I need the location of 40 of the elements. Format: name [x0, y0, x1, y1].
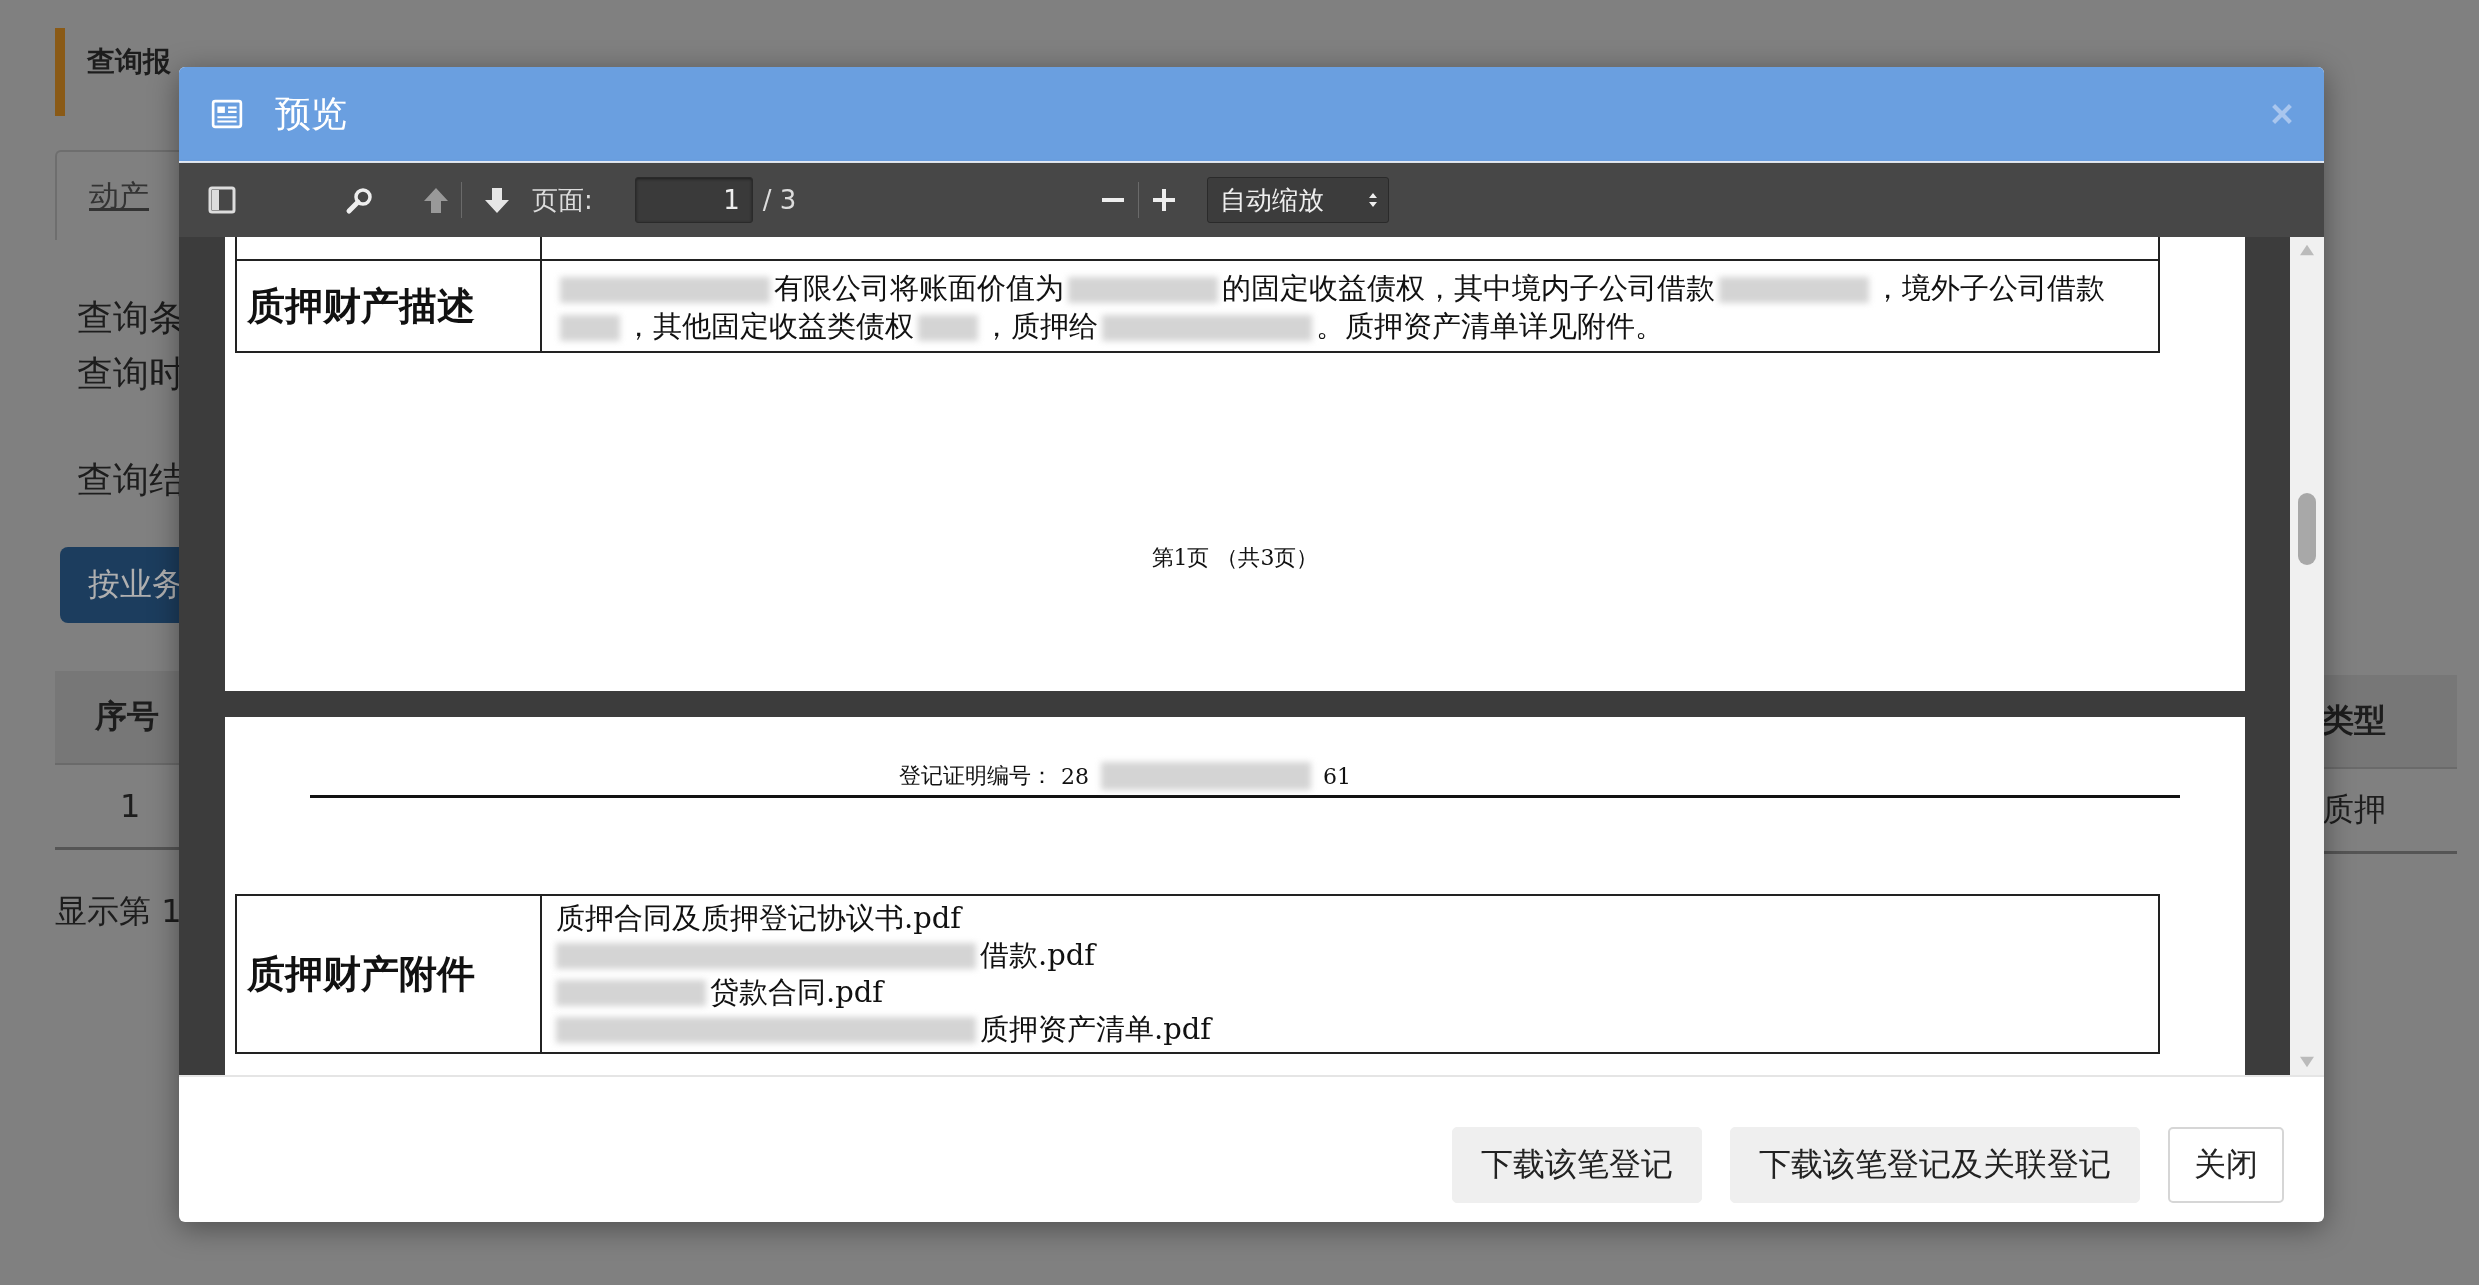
attachment-filename: 贷款合同.pdf	[710, 974, 884, 1011]
description-text: 有限公司将账面价值为	[774, 271, 1064, 305]
zoom-dropdown[interactable]: 自动缩放	[1207, 177, 1390, 223]
scrollbar[interactable]	[2290, 237, 2324, 1075]
up-down-caret-icon	[1368, 191, 1379, 209]
table-cell-text: 质押	[2322, 789, 2386, 830]
description-text: 。质押资产清单详见附件。	[1316, 309, 1664, 343]
column-header: 类型	[2322, 700, 2386, 741]
section-title: 查询报	[87, 44, 171, 80]
description-text: ，其他固定收益类债权	[624, 309, 914, 343]
attachment-filename: 借款.pdf	[980, 937, 1096, 974]
pagination-text: 显示第 1	[55, 891, 183, 932]
search-icon[interactable]	[345, 185, 375, 215]
page-footer-text: 第1页 （共3页）	[1151, 544, 1319, 572]
document-icon	[211, 98, 243, 130]
dialog-button[interactable]: 下载该笔登记及关联登记	[1730, 1126, 2140, 1203]
dialog-title: 预览	[275, 91, 348, 136]
scrollbar-thumb[interactable]	[2298, 493, 2316, 565]
page-total: / 3	[762, 185, 797, 215]
certificate-number-start: 28	[1061, 763, 1089, 789]
sidebar-toggle-icon[interactable]	[207, 185, 237, 215]
description-text: ，质押给	[982, 309, 1098, 343]
arrow-down-icon[interactable]	[482, 185, 512, 215]
column-header: 序号	[94, 696, 159, 737]
page-label: 页面:	[532, 183, 593, 217]
redacted-block	[918, 315, 978, 341]
field-label: 质押财产附件	[247, 951, 475, 996]
dialog-button[interactable]: 下载该笔登记	[1452, 1126, 1702, 1203]
query-info-text: 查询时	[77, 352, 186, 396]
certificate-number-end: 61	[1323, 763, 1351, 789]
redacted-block	[560, 315, 620, 341]
page-number-field[interactable]: 1	[634, 177, 753, 223]
dialog-button[interactable]: 关闭	[2168, 1126, 2284, 1203]
attachment-filename: 质押资产清单.pdf	[980, 1011, 1212, 1048]
table-cell-text: 1	[119, 787, 141, 825]
description-text: ，境外子公司借款	[1873, 271, 2105, 305]
description-text: 的固定收益债权，其中境内子公司借款	[1222, 271, 1715, 305]
certificate-label: 登记证明编号：	[899, 762, 1053, 790]
field-label: 质押财产描述	[247, 283, 475, 328]
attachment-filename: 质押合同及质押登记协议书.pdf	[556, 900, 962, 937]
